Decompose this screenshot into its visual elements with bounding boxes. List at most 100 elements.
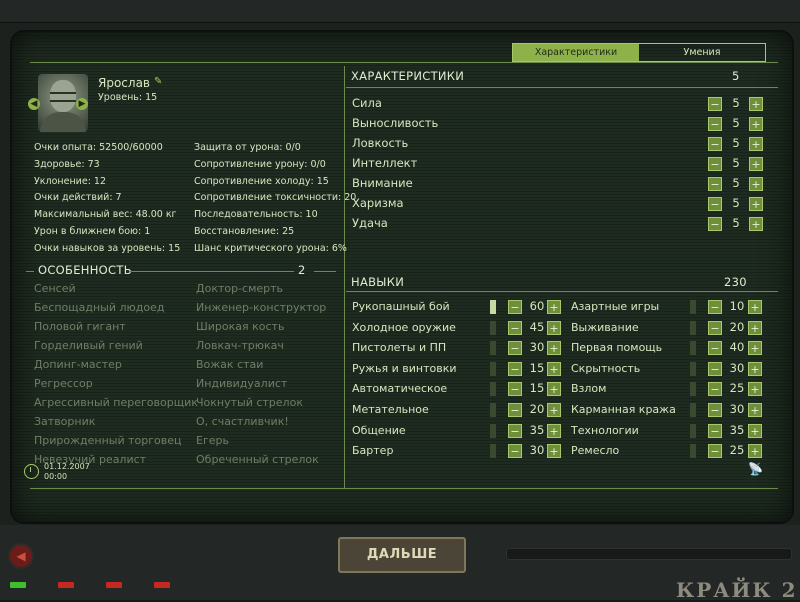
skill-value: 15	[529, 381, 545, 396]
attribute-plus-button[interactable]: +	[749, 117, 763, 131]
skill-tag-toggle[interactable]	[490, 382, 496, 397]
attribute-minus-button[interactable]: −	[708, 137, 722, 151]
feature-item[interactable]: Горделивый гений	[34, 339, 143, 352]
skill-minus-button[interactable]: −	[508, 320, 522, 335]
attribute-minus-button[interactable]: −	[708, 117, 722, 131]
skill-minus-button[interactable]: −	[508, 300, 522, 314]
skill-tag-toggle[interactable]	[490, 300, 496, 314]
feature-item[interactable]: Регрессор	[34, 377, 93, 390]
feature-item[interactable]: Половой гигант	[34, 320, 126, 333]
skill-plus-button[interactable]: +	[547, 341, 561, 356]
attribute-minus-button[interactable]: −	[708, 157, 722, 171]
attribute-minus-button[interactable]: −	[708, 217, 722, 231]
skill-tag-toggle[interactable]	[690, 320, 696, 335]
feature-item[interactable]: Затворник	[34, 415, 95, 428]
skill-minus-button[interactable]: −	[708, 382, 722, 397]
skill-plus-button[interactable]: +	[547, 382, 561, 397]
attribute-plus-button[interactable]: +	[749, 197, 763, 211]
attribute-plus-button[interactable]: +	[749, 217, 763, 231]
skill-minus-button[interactable]: −	[708, 320, 722, 335]
tab-skills[interactable]: Умения	[639, 44, 765, 61]
feature-item[interactable]: Чокнутый стрелок	[196, 396, 303, 409]
skill-minus-button[interactable]: −	[708, 300, 722, 314]
skill-minus-button[interactable]: −	[508, 361, 522, 376]
skill-plus-button[interactable]: +	[748, 320, 762, 335]
skill-minus-button[interactable]: −	[708, 423, 722, 438]
skill-plus-button[interactable]: +	[748, 300, 762, 314]
skill-minus-button[interactable]: −	[508, 382, 522, 397]
skill-tag-toggle[interactable]	[490, 423, 496, 438]
skill-plus-button[interactable]: +	[547, 403, 561, 417]
prev-portrait-button[interactable]: ◀	[28, 98, 40, 110]
skill-plus-button[interactable]: +	[748, 341, 762, 356]
next-button[interactable]: ДАЛЬШЕ	[338, 537, 466, 573]
skill-tag-toggle[interactable]	[690, 361, 696, 376]
skill-label: Выживание	[571, 320, 639, 334]
feature-item[interactable]: Допинг-мастер	[34, 358, 122, 371]
feature-item[interactable]: Доктор-смерть	[196, 282, 283, 295]
skill-tag-toggle[interactable]	[690, 403, 696, 417]
feature-item[interactable]: О, счастливчик!	[196, 415, 289, 428]
skill-tag-toggle[interactable]	[490, 361, 496, 376]
skill-tag-toggle[interactable]	[490, 320, 496, 335]
skill-plus-button[interactable]: +	[748, 403, 762, 417]
skill-minus-button[interactable]: −	[708, 341, 722, 356]
skill-minus-button[interactable]: −	[708, 403, 722, 417]
attribute-minus-button[interactable]: −	[708, 177, 722, 191]
attribute-plus-button[interactable]: +	[749, 97, 763, 111]
skill-minus-button[interactable]: −	[508, 423, 522, 438]
skill-minus-button[interactable]: −	[508, 403, 522, 417]
stat-line: Сопротивление урону: 0/0	[194, 158, 326, 170]
tab-characteristics[interactable]: Характеристики	[513, 44, 639, 61]
skill-label: Рукопашный бой	[352, 300, 450, 313]
skill-tag-toggle[interactable]	[490, 341, 496, 356]
skill-tag-toggle[interactable]	[690, 382, 696, 397]
skill-plus-button[interactable]: +	[547, 423, 561, 438]
feature-item[interactable]: Беспощадный людоед	[34, 301, 165, 314]
attribute-minus-button[interactable]: −	[708, 197, 722, 211]
skill-value: 15	[529, 360, 545, 375]
attribute-plus-button[interactable]: +	[749, 177, 763, 191]
attribute-plus-button[interactable]: +	[749, 157, 763, 171]
status-led	[58, 582, 74, 588]
skill-plus-button[interactable]: +	[547, 300, 561, 314]
skill-plus-button[interactable]: +	[748, 444, 762, 459]
skill-minus-button[interactable]: −	[508, 444, 522, 459]
feature-item[interactable]: Агрессивный переговорщик	[34, 396, 198, 409]
next-portrait-button[interactable]: ▶	[76, 98, 88, 110]
features-title: ОСОБЕННОСТЬ	[38, 263, 132, 277]
skill-value: 40	[729, 340, 745, 355]
skill-plus-button[interactable]: +	[547, 361, 561, 376]
skill-minus-button[interactable]: −	[708, 361, 722, 376]
feature-item[interactable]: Вожак стаи	[196, 358, 263, 371]
skill-plus-button[interactable]: +	[748, 361, 762, 376]
attribute-minus-button[interactable]: −	[708, 97, 722, 111]
back-button[interactable]: ◀	[8, 543, 34, 569]
skill-tag-toggle[interactable]	[490, 444, 496, 459]
skill-minus-button[interactable]: −	[508, 341, 522, 356]
edit-name-icon[interactable]: ✎	[154, 76, 162, 87]
skill-plus-button[interactable]: +	[547, 444, 561, 459]
feature-item[interactable]: Сенсей	[34, 282, 76, 295]
skill-tag-toggle[interactable]	[690, 444, 696, 459]
skill-plus-button[interactable]: +	[748, 423, 762, 438]
feature-item[interactable]: Ловкач-трюкач	[196, 339, 284, 352]
skill-plus-button[interactable]: +	[547, 320, 561, 335]
feature-item[interactable]: Обреченный стрелок	[196, 453, 319, 466]
attribute-plus-button[interactable]: +	[749, 137, 763, 151]
feature-item[interactable]: Индивидуалист	[196, 377, 287, 390]
feature-item[interactable]: Инженер-конструктор	[196, 301, 326, 314]
status-led	[106, 582, 122, 588]
skill-tag-toggle[interactable]	[690, 341, 696, 356]
feature-item[interactable]: Широкая кость	[196, 320, 284, 333]
skill-label: Скрытность	[571, 361, 641, 375]
skill-tag-toggle[interactable]	[490, 403, 496, 417]
skill-tag-toggle[interactable]	[690, 423, 696, 438]
skill-value: 25	[729, 443, 745, 458]
feature-item[interactable]: Прирожденный торговец	[34, 434, 181, 447]
skill-tag-toggle[interactable]	[690, 300, 696, 314]
skill-plus-button[interactable]: +	[748, 382, 762, 397]
feature-item[interactable]: Егерь	[196, 434, 229, 447]
skills-underline	[346, 291, 778, 292]
skill-minus-button[interactable]: −	[708, 444, 722, 459]
